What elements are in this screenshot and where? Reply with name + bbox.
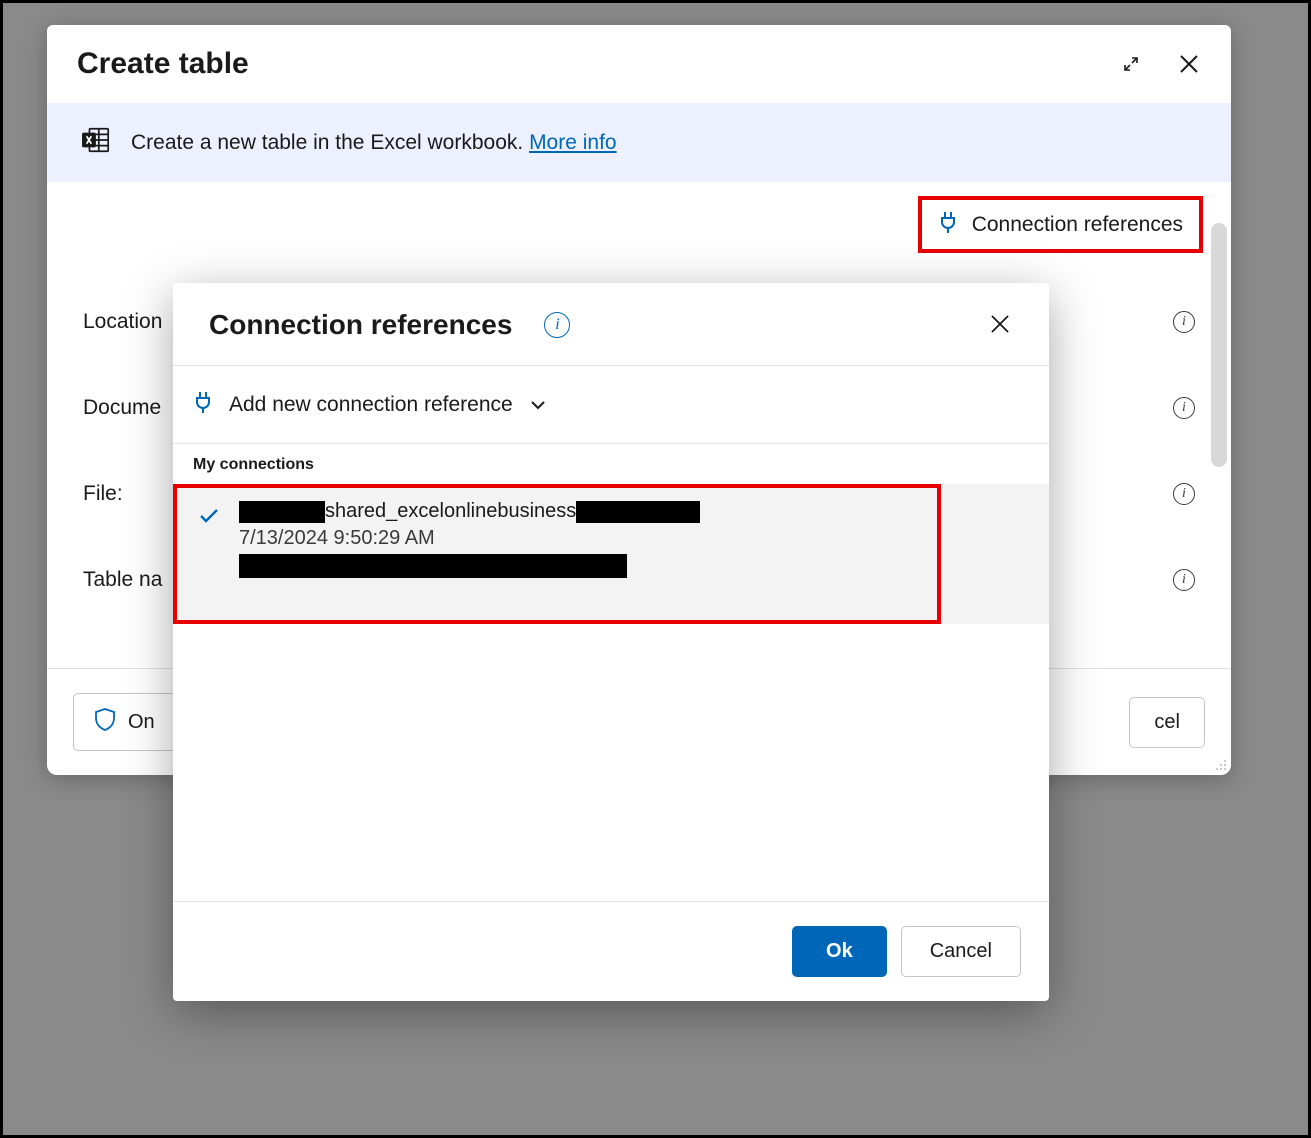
- chevron-down-icon: [529, 396, 547, 414]
- page-title: Create table: [77, 47, 249, 81]
- banner-text: Create a new table in the Excel workbook…: [131, 131, 617, 155]
- footer-left-button[interactable]: On: [73, 693, 176, 751]
- info-icon[interactable]: i: [544, 312, 570, 338]
- connection-timestamp: 7/13/2024 9:50:29 AM: [239, 527, 700, 550]
- ok-button[interactable]: Ok: [792, 926, 887, 977]
- shield-icon: [94, 707, 116, 737]
- connection-references-bar: Connection references: [47, 182, 1231, 253]
- expand-icon[interactable]: [1119, 52, 1143, 76]
- close-icon[interactable]: [989, 313, 1013, 337]
- header-icon-group: [1119, 52, 1201, 76]
- my-connections-label: My connections: [173, 444, 1049, 484]
- plug-icon: [938, 210, 958, 239]
- footer-right-button[interactable]: cel: [1129, 697, 1205, 748]
- connection-list: shared_excelonlinebusiness 7/13/2024 9:5…: [173, 484, 1049, 624]
- add-connection-reference-label: Add new connection reference: [229, 393, 513, 417]
- connection-item[interactable]: shared_excelonlinebusiness 7/13/2024 9:5…: [177, 488, 937, 620]
- add-connection-reference-button[interactable]: Add new connection reference: [173, 366, 1049, 443]
- check-icon: [197, 504, 221, 528]
- connection-references-label: Connection references: [972, 213, 1183, 237]
- excel-icon: [81, 125, 111, 160]
- info-banner: Create a new table in the Excel workbook…: [47, 103, 1231, 182]
- resize-handle[interactable]: [1211, 755, 1227, 771]
- panel-header: Create table: [47, 25, 1231, 103]
- connection-details: shared_excelonlinebusiness 7/13/2024 9:5…: [239, 500, 700, 578]
- info-icon[interactable]: i: [1173, 397, 1195, 419]
- connection-references-dialog: Connection references i Add new connecti…: [173, 283, 1049, 1001]
- redacted-text: [239, 554, 627, 578]
- footer-left-label: On: [128, 711, 155, 734]
- more-info-link[interactable]: More info: [529, 131, 617, 154]
- info-icon[interactable]: i: [1173, 569, 1195, 591]
- highlight-box: Connection references: [918, 196, 1203, 253]
- info-icon[interactable]: i: [1173, 483, 1195, 505]
- highlight-box: shared_excelonlinebusiness 7/13/2024 9:5…: [173, 484, 941, 624]
- connection-owner: [239, 554, 700, 578]
- dialog-title: Connection references: [209, 309, 512, 341]
- info-icon[interactable]: i: [1173, 311, 1195, 333]
- plug-icon: [193, 390, 213, 419]
- connection-name: shared_excelonlinebusiness: [239, 500, 700, 523]
- connection-references-button[interactable]: Connection references: [938, 210, 1183, 239]
- dialog-footer: Ok Cancel: [173, 901, 1049, 1001]
- cancel-button[interactable]: Cancel: [901, 926, 1021, 977]
- close-icon[interactable]: [1177, 52, 1201, 76]
- scrollbar[interactable]: [1211, 223, 1227, 467]
- redacted-text: [239, 501, 325, 523]
- dialog-header: Connection references i: [173, 283, 1049, 365]
- redacted-text: [576, 501, 700, 523]
- connection-name-text: shared_excelonlinebusiness: [325, 500, 576, 523]
